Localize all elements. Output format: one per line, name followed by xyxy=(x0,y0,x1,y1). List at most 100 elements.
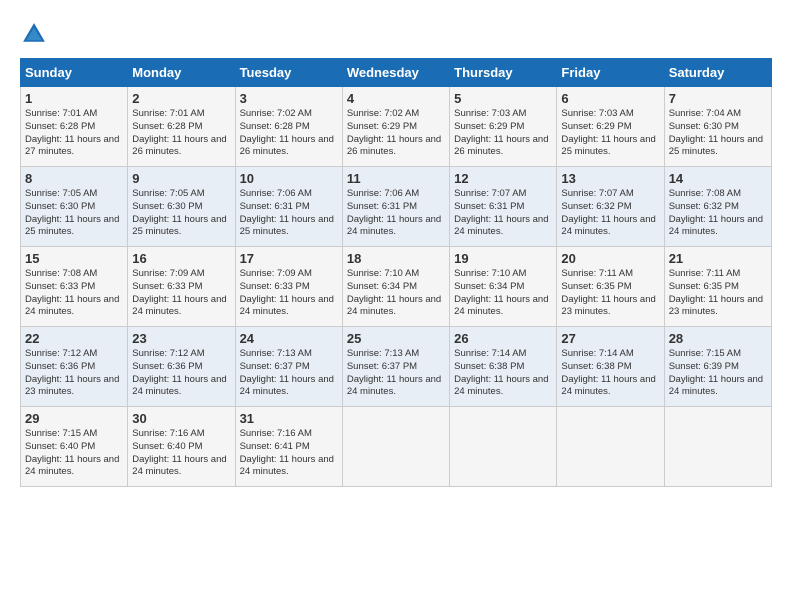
day-info: Sunrise: 7:15 AMSunset: 6:40 PMDaylight:… xyxy=(25,428,123,479)
day-info: Sunrise: 7:03 AMSunset: 6:29 PMDaylight:… xyxy=(454,108,552,159)
calendar-cell: 8 Sunrise: 7:05 AMSunset: 6:30 PMDaylight… xyxy=(21,167,128,247)
day-number: 23 xyxy=(132,331,230,346)
calendar-cell: 31 Sunrise: 7:16 AMSunset: 6:41 PMDayligh… xyxy=(235,407,342,487)
day-number: 31 xyxy=(240,411,338,426)
header xyxy=(20,20,772,48)
day-number: 7 xyxy=(669,91,767,106)
day-number: 12 xyxy=(454,171,552,186)
day-info: Sunrise: 7:15 AMSunset: 6:39 PMDaylight:… xyxy=(669,348,767,399)
day-number: 19 xyxy=(454,251,552,266)
header-cell-tuesday: Tuesday xyxy=(235,59,342,87)
calendar-cell: 1 Sunrise: 7:01 AMSunset: 6:28 PMDaylight… xyxy=(21,87,128,167)
day-number: 16 xyxy=(132,251,230,266)
day-number: 27 xyxy=(561,331,659,346)
day-info: Sunrise: 7:06 AMSunset: 6:31 PMDaylight:… xyxy=(240,188,338,239)
week-row-4: 22 Sunrise: 7:12 AMSunset: 6:36 PMDayligh… xyxy=(21,327,772,407)
calendar-cell: 17Sunrise: 7:09 AMSunset: 6:33 PMDayligh… xyxy=(235,247,342,327)
calendar-cell xyxy=(342,407,449,487)
calendar-cell: 28Sunrise: 7:15 AMSunset: 6:39 PMDayligh… xyxy=(664,327,771,407)
day-info: Sunrise: 7:09 AMSunset: 6:33 PMDaylight:… xyxy=(132,268,230,319)
calendar-cell: 11Sunrise: 7:06 AMSunset: 6:31 PMDayligh… xyxy=(342,167,449,247)
calendar-cell: 23 Sunrise: 7:12 AMSunset: 6:36 PMDayligh… xyxy=(128,327,235,407)
week-row-5: 29 Sunrise: 7:15 AMSunset: 6:40 PMDayligh… xyxy=(21,407,772,487)
calendar-cell: 24 Sunrise: 7:13 AMSunset: 6:37 PMDayligh… xyxy=(235,327,342,407)
day-info: Sunrise: 7:07 AMSunset: 6:31 PMDaylight:… xyxy=(454,188,552,239)
day-info: Sunrise: 7:09 AMSunset: 6:33 PMDaylight:… xyxy=(240,268,338,319)
calendar-cell: 27 Sunrise: 7:14 AMSunset: 6:38 PMDayligh… xyxy=(557,327,664,407)
logo xyxy=(20,20,52,48)
calendar-cell: 30Sunrise: 7:16 AMSunset: 6:40 PMDayligh… xyxy=(128,407,235,487)
calendar-cell xyxy=(450,407,557,487)
header-cell-monday: Monday xyxy=(128,59,235,87)
day-info: Sunrise: 7:11 AMSunset: 6:35 PMDaylight:… xyxy=(669,268,767,319)
day-info: Sunrise: 7:05 AMSunset: 6:30 PMDaylight:… xyxy=(132,188,230,239)
day-number: 10 xyxy=(240,171,338,186)
calendar-cell: 6Sunrise: 7:03 AMSunset: 6:29 PMDaylight… xyxy=(557,87,664,167)
calendar-cell xyxy=(664,407,771,487)
header-cell-saturday: Saturday xyxy=(664,59,771,87)
calendar-cell: 14 Sunrise: 7:08 AMSunset: 6:32 PMDayligh… xyxy=(664,167,771,247)
header-row: SundayMondayTuesdayWednesdayThursdayFrid… xyxy=(21,59,772,87)
day-info: Sunrise: 7:01 AMSunset: 6:28 PMDaylight:… xyxy=(132,108,230,159)
day-number: 9 xyxy=(132,171,230,186)
calendar-cell: 16 Sunrise: 7:09 AMSunset: 6:33 PMDayligh… xyxy=(128,247,235,327)
calendar-cell: 4 Sunrise: 7:02 AMSunset: 6:29 PMDaylight… xyxy=(342,87,449,167)
calendar-cell xyxy=(557,407,664,487)
day-info: Sunrise: 7:02 AMSunset: 6:29 PMDaylight:… xyxy=(347,108,445,159)
day-number: 8 xyxy=(25,171,123,186)
header-cell-friday: Friday xyxy=(557,59,664,87)
day-info: Sunrise: 7:01 AMSunset: 6:28 PMDaylight:… xyxy=(25,108,123,159)
week-row-1: 1 Sunrise: 7:01 AMSunset: 6:28 PMDaylight… xyxy=(21,87,772,167)
day-number: 1 xyxy=(25,91,123,106)
day-info: Sunrise: 7:10 AMSunset: 6:34 PMDaylight:… xyxy=(347,268,445,319)
calendar-cell: 21 Sunrise: 7:11 AMSunset: 6:35 PMDayligh… xyxy=(664,247,771,327)
day-info: Sunrise: 7:13 AMSunset: 6:37 PMDaylight:… xyxy=(240,348,338,399)
week-row-3: 15 Sunrise: 7:08 AMSunset: 6:33 PMDayligh… xyxy=(21,247,772,327)
calendar-cell: 10 Sunrise: 7:06 AMSunset: 6:31 PMDayligh… xyxy=(235,167,342,247)
day-info: Sunrise: 7:08 AMSunset: 6:33 PMDaylight:… xyxy=(25,268,123,319)
day-number: 29 xyxy=(25,411,123,426)
day-number: 15 xyxy=(25,251,123,266)
day-number: 18 xyxy=(347,251,445,266)
day-number: 3 xyxy=(240,91,338,106)
calendar-cell: 26 Sunrise: 7:14 AMSunset: 6:38 PMDayligh… xyxy=(450,327,557,407)
day-number: 4 xyxy=(347,91,445,106)
calendar-cell: 2 Sunrise: 7:01 AMSunset: 6:28 PMDaylight… xyxy=(128,87,235,167)
day-info: Sunrise: 7:12 AMSunset: 6:36 PMDaylight:… xyxy=(132,348,230,399)
day-number: 5 xyxy=(454,91,552,106)
day-info: Sunrise: 7:12 AMSunset: 6:36 PMDaylight:… xyxy=(25,348,123,399)
calendar-cell: 13 Sunrise: 7:07 AMSunset: 6:32 PMDayligh… xyxy=(557,167,664,247)
day-info: Sunrise: 7:06 AMSunset: 6:31 PMDaylight:… xyxy=(347,188,445,239)
day-info: Sunrise: 7:07 AMSunset: 6:32 PMDaylight:… xyxy=(561,188,659,239)
day-info: Sunrise: 7:02 AMSunset: 6:28 PMDaylight:… xyxy=(240,108,338,159)
week-row-2: 8 Sunrise: 7:05 AMSunset: 6:30 PMDaylight… xyxy=(21,167,772,247)
day-number: 20 xyxy=(561,251,659,266)
day-info: Sunrise: 7:11 AMSunset: 6:35 PMDaylight:… xyxy=(561,268,659,319)
logo-icon xyxy=(20,20,48,48)
day-number: 25 xyxy=(347,331,445,346)
day-number: 2 xyxy=(132,91,230,106)
day-info: Sunrise: 7:04 AMSunset: 6:30 PMDaylight:… xyxy=(669,108,767,159)
day-info: Sunrise: 7:16 AMSunset: 6:41 PMDaylight:… xyxy=(240,428,338,479)
day-number: 14 xyxy=(669,171,767,186)
calendar-table: SundayMondayTuesdayWednesdayThursdayFrid… xyxy=(20,58,772,487)
day-info: Sunrise: 7:13 AMSunset: 6:37 PMDaylight:… xyxy=(347,348,445,399)
calendar-cell: 22 Sunrise: 7:12 AMSunset: 6:36 PMDayligh… xyxy=(21,327,128,407)
day-number: 21 xyxy=(669,251,767,266)
day-number: 13 xyxy=(561,171,659,186)
header-cell-wednesday: Wednesday xyxy=(342,59,449,87)
day-info: Sunrise: 7:14 AMSunset: 6:38 PMDaylight:… xyxy=(561,348,659,399)
day-info: Sunrise: 7:10 AMSunset: 6:34 PMDaylight:… xyxy=(454,268,552,319)
day-info: Sunrise: 7:08 AMSunset: 6:32 PMDaylight:… xyxy=(669,188,767,239)
day-info: Sunrise: 7:05 AMSunset: 6:30 PMDaylight:… xyxy=(25,188,123,239)
day-info: Sunrise: 7:14 AMSunset: 6:38 PMDaylight:… xyxy=(454,348,552,399)
calendar-cell: 29 Sunrise: 7:15 AMSunset: 6:40 PMDayligh… xyxy=(21,407,128,487)
day-number: 22 xyxy=(25,331,123,346)
calendar-cell: 9 Sunrise: 7:05 AMSunset: 6:30 PMDaylight… xyxy=(128,167,235,247)
day-number: 26 xyxy=(454,331,552,346)
day-number: 24 xyxy=(240,331,338,346)
header-cell-sunday: Sunday xyxy=(21,59,128,87)
calendar-cell: 20 Sunrise: 7:11 AMSunset: 6:35 PMDayligh… xyxy=(557,247,664,327)
day-info: Sunrise: 7:03 AMSunset: 6:29 PMDaylight:… xyxy=(561,108,659,159)
calendar-cell: 18 Sunrise: 7:10 AMSunset: 6:34 PMDayligh… xyxy=(342,247,449,327)
